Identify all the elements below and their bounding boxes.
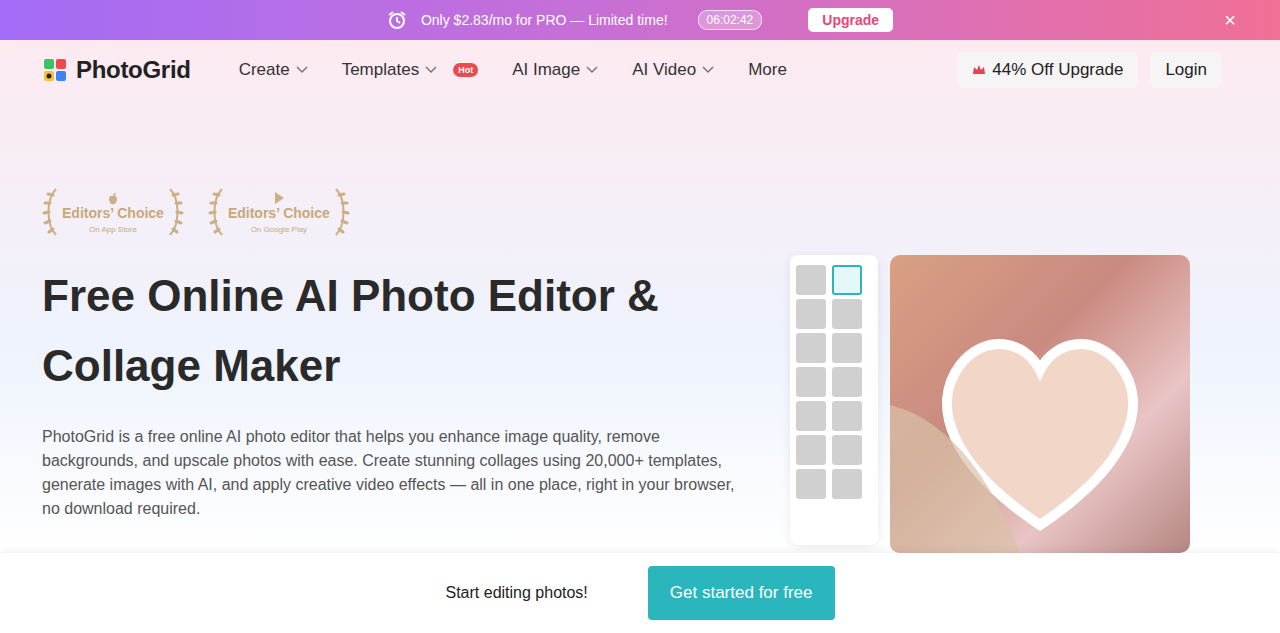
- hot-badge: Hot: [453, 63, 478, 77]
- nav-item[interactable]: AI Image: [512, 60, 598, 80]
- crown-icon[interactable]: [972, 64, 986, 76]
- upgrade-offer-button[interactable]: 44% Off Upgrade: [957, 52, 1138, 88]
- layout-panel: [790, 255, 878, 545]
- layout-thumbnail[interactable]: [832, 469, 862, 499]
- close-button[interactable]: ×: [1224, 8, 1236, 32]
- cta-bar: Start editing photos! Get started for fre…: [0, 553, 1280, 633]
- layout-thumbnail[interactable]: [832, 265, 862, 295]
- play-store-icon: [272, 191, 286, 205]
- nav-label[interactable]: Templates: [342, 60, 419, 80]
- collage-preview-image: [890, 255, 1190, 553]
- chevron-down-icon[interactable]: [296, 66, 308, 74]
- chevron-down-icon[interactable]: [425, 66, 437, 74]
- layout-thumbnail[interactable]: [796, 401, 826, 431]
- alarm-icon: [387, 10, 407, 30]
- award-badge: Editors’ Choice On Google Play: [208, 185, 350, 239]
- laurel-icon: [208, 185, 224, 239]
- layout-thumbnail[interactable]: [832, 299, 862, 329]
- layout-thumbnail[interactable]: [796, 435, 826, 465]
- layout-thumbnail[interactable]: [832, 435, 862, 465]
- nav-label[interactable]: More: [748, 60, 787, 80]
- award-title: Editors’ Choice: [228, 205, 330, 221]
- cta-text: Start editing photos!: [446, 584, 588, 602]
- nav-label[interactable]: Create: [239, 60, 290, 80]
- layout-thumbnail[interactable]: [832, 367, 862, 397]
- navigation-bar: PhotoGrid Create Templates Hot AI Image AI Vi…: [0, 40, 1280, 100]
- get-started-button[interactable]: Get started for free: [648, 566, 835, 620]
- brand-name[interactable]: PhotoGrid: [76, 56, 191, 84]
- nav-item[interactable]: More: [748, 60, 787, 80]
- nav-item[interactable]: Create: [239, 60, 308, 80]
- layout-thumbnail[interactable]: [796, 469, 826, 499]
- nav-item[interactable]: AI Video: [632, 60, 714, 80]
- apple-icon: [106, 191, 120, 205]
- award-badge: Editors’ Choice On App Store: [42, 185, 184, 239]
- upgrade-offer-label[interactable]: 44% Off Upgrade: [992, 60, 1123, 80]
- award-store: On Google Play: [251, 225, 307, 234]
- chevron-down-icon[interactable]: [702, 66, 714, 74]
- hero-section: Editors’ ChoiceOn App StoreEditors’ Choi…: [0, 100, 1280, 553]
- layout-thumbnail[interactable]: [832, 333, 862, 363]
- promo-text: Only $2.83/mo for PRO — Limited time!: [421, 12, 668, 28]
- layout-thumbnail[interactable]: [832, 401, 862, 431]
- laurel-icon: [42, 185, 58, 239]
- upgrade-button[interactable]: Upgrade: [808, 8, 893, 32]
- nav-label[interactable]: AI Image: [512, 60, 580, 80]
- laurel-icon: [334, 185, 350, 239]
- layout-thumbnail[interactable]: [796, 333, 826, 363]
- laurel-icon: [168, 185, 184, 239]
- promo-bar: Only $2.83/mo for PRO — Limited time! 06:…: [0, 0, 1280, 40]
- award-title: Editors’ Choice: [62, 205, 164, 221]
- layout-thumbnail[interactable]: [796, 299, 826, 329]
- heart-collage-icon: [890, 255, 1190, 553]
- logo[interactable]: PhotoGrid: [43, 56, 191, 84]
- nav-label[interactable]: AI Video: [632, 60, 696, 80]
- nav-item[interactable]: Templates Hot: [342, 60, 478, 80]
- award-store: On App Store: [89, 225, 137, 234]
- countdown-timer: 06:02:42: [698, 10, 763, 30]
- hero-description: PhotoGrid is a free online AI photo edit…: [42, 425, 737, 521]
- logo-icon[interactable]: [43, 58, 67, 82]
- login-button[interactable]: Login: [1150, 52, 1222, 88]
- chevron-down-icon[interactable]: [586, 66, 598, 74]
- layout-thumbnail[interactable]: [796, 265, 826, 295]
- hero-title: Free Online AI Photo Editor & Collage Ma…: [42, 261, 722, 401]
- layout-thumbnail[interactable]: [796, 367, 826, 397]
